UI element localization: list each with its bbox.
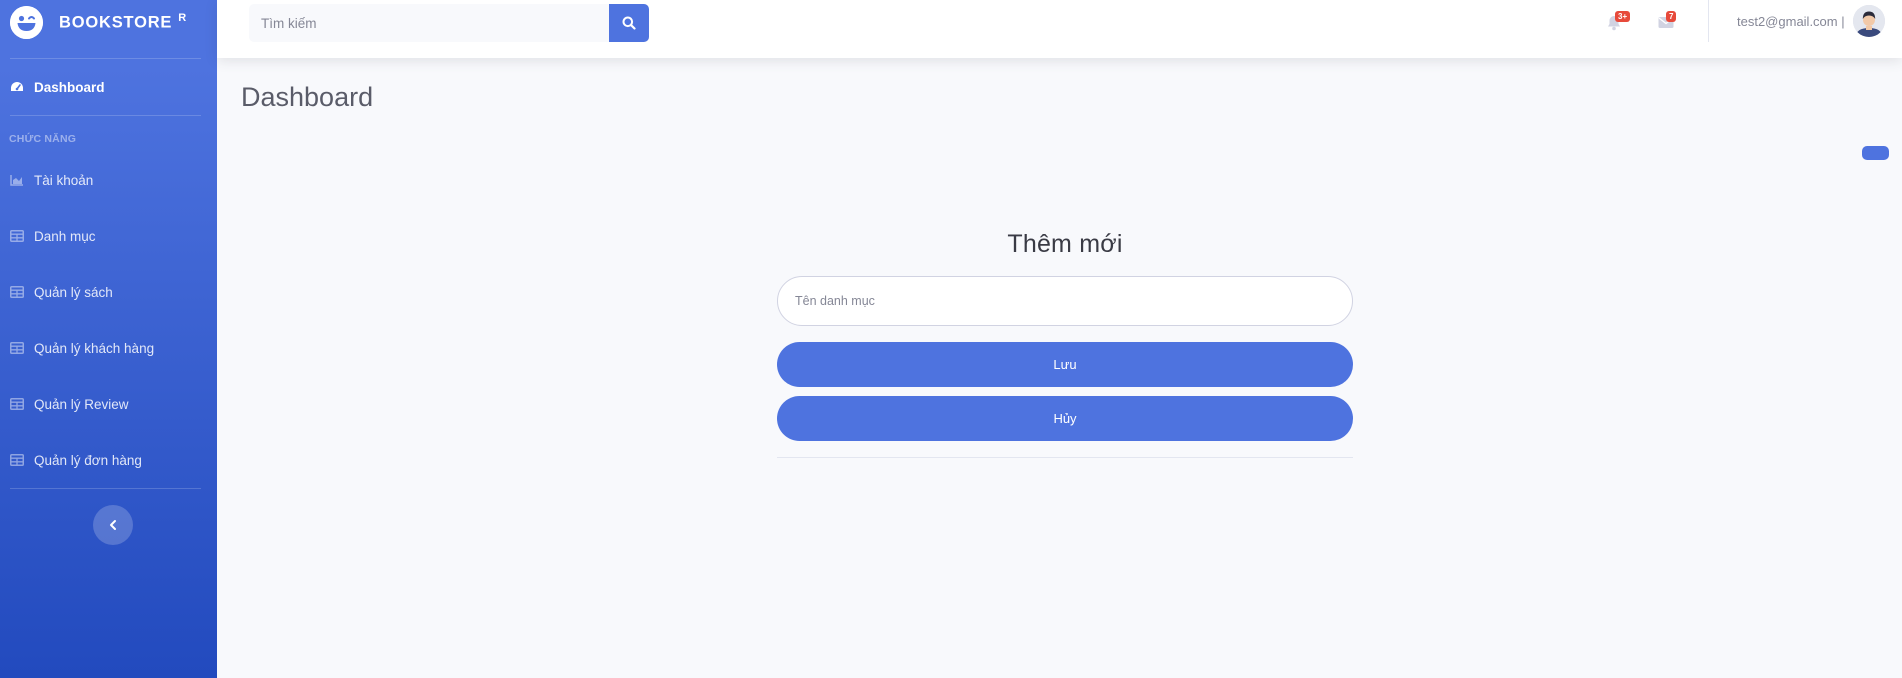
chart-area-icon xyxy=(10,175,23,186)
sidebar-item-label: Quản lý khách hàng xyxy=(34,340,155,356)
sidebar-item-customers[interactable]: Quản lý khách hàng xyxy=(0,320,217,376)
table-icon xyxy=(10,398,24,410)
table-icon xyxy=(10,286,24,298)
save-button[interactable]: Lưu xyxy=(777,342,1353,387)
search-input[interactable] xyxy=(249,4,610,42)
sidebar-item-categories[interactable]: Danh mục xyxy=(0,208,217,264)
sidebar-item-label: Tài khoản xyxy=(34,172,94,188)
table-icon xyxy=(10,454,24,466)
cancel-button[interactable]: Hủy xyxy=(777,396,1353,441)
brand-name: BOOKSTORE R xyxy=(59,11,187,32)
sidebar-item-label: Dashboard xyxy=(34,79,105,95)
alerts-badge: 3+ xyxy=(1615,11,1631,22)
action-pill-button[interactable] xyxy=(1862,146,1889,160)
form-divider xyxy=(777,457,1353,458)
chevron-left-icon xyxy=(109,520,116,530)
search-button[interactable] xyxy=(609,4,649,42)
topbar-search xyxy=(249,4,649,42)
alerts-dropdown[interactable]: 3+ xyxy=(1607,11,1631,31)
messages-badge: 7 xyxy=(1666,11,1677,22)
sidebar-item-label: Danh mục xyxy=(34,228,96,244)
topbar: 3+ 7 test2@gmail.com | xyxy=(217,0,1902,58)
sidebar-item-reviews[interactable]: Quản lý Review xyxy=(0,376,217,432)
sidebar-item-dashboard[interactable]: Dashboard xyxy=(0,59,217,115)
table-icon xyxy=(10,230,24,242)
sidebar-item-books[interactable]: Quản lý sách xyxy=(0,264,217,320)
sidebar-toggle-wrap xyxy=(0,505,217,545)
form-title: Thêm mới xyxy=(1007,230,1123,258)
search-icon xyxy=(622,16,636,30)
sidebar-heading: CHỨC NĂNG xyxy=(9,133,77,145)
category-name-input[interactable] xyxy=(777,276,1353,326)
laugh-wink-icon xyxy=(10,5,43,39)
avatar[interactable] xyxy=(1853,5,1885,37)
user-avatar-icon xyxy=(1853,5,1885,37)
page-title: Dashboard xyxy=(241,82,374,112)
sidebar: BOOKSTORE R Dashboard CHỨC NĂNG Tài khoản… xyxy=(0,0,217,678)
topbar-divider xyxy=(1708,0,1709,42)
brand-superscript: R xyxy=(178,11,187,24)
sidebar-divider xyxy=(10,488,201,489)
sidebar-item-label: Quản lý đơn hàng xyxy=(34,452,142,468)
tachometer-icon xyxy=(11,82,23,91)
user-email[interactable]: test2@gmail.com | xyxy=(1737,14,1845,29)
sidebar-item-label: Quản lý Review xyxy=(34,396,129,412)
sidebar-toggle-button[interactable] xyxy=(92,505,133,545)
add-category-form: Thêm mới Lưu Hủy xyxy=(777,230,1353,458)
sidebar-item-orders[interactable]: Quản lý đơn hàng xyxy=(0,432,217,488)
table-icon xyxy=(10,342,24,354)
sidebar-item-accounts[interactable]: Tài khoản xyxy=(0,152,217,208)
messages-dropdown[interactable]: 7 xyxy=(1658,11,1677,31)
sidebar-item-label: Quản lý sách xyxy=(34,284,113,300)
sidebar-brand[interactable]: BOOKSTORE R xyxy=(0,0,217,44)
